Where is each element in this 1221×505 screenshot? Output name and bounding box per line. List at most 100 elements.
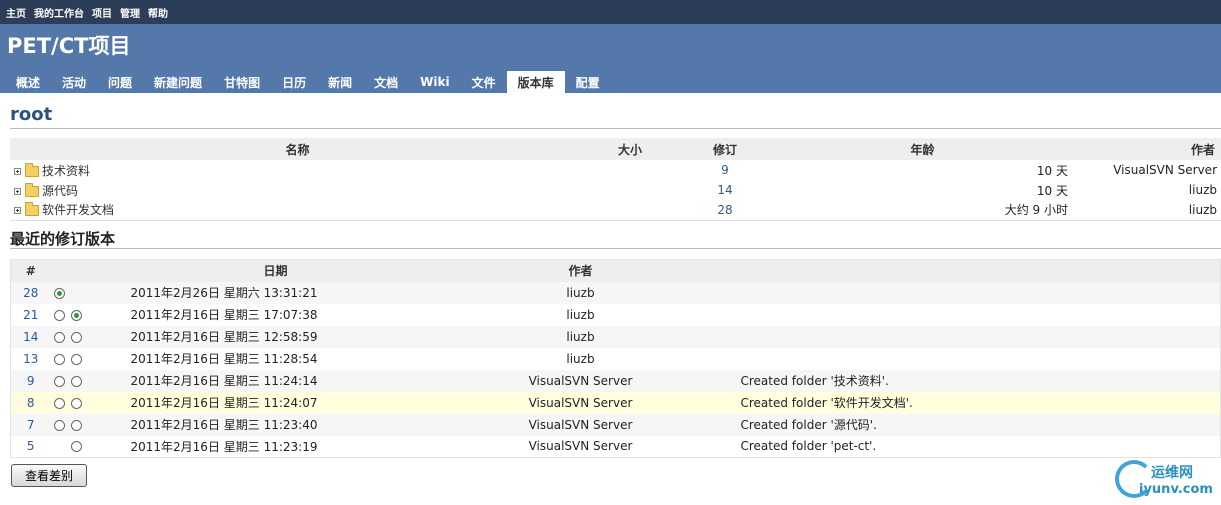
file-revision-link[interactable]: 14 [675,180,775,200]
revision-author: VisualSVN Server [430,435,731,458]
tab-news[interactable]: 新闻 [317,71,363,93]
compare-to-radio[interactable] [70,375,82,387]
column-author[interactable]: 作者 [1070,138,1221,160]
revision-number-link[interactable]: 14 [10,325,51,348]
tab-calendar[interactable]: 日历 [271,71,317,93]
column-size[interactable]: 大小 [585,138,675,160]
file-name-link[interactable]: 源代码 [42,184,78,198]
revision-comment [730,325,1221,348]
revision-author: liuzb [430,325,731,348]
file-name-link[interactable]: 软件开发文档 [42,203,114,217]
revision-date: 2011年2月16日 星期三 12:58:59 [120,325,431,348]
file-age: 大约 9 小时 [775,200,1070,221]
column-name[interactable]: 名称 [10,138,585,160]
revision-comment [730,303,1221,326]
file-revision-link[interactable]: 28 [675,200,775,221]
revision-comment: Created folder '源代码'. [730,413,1221,436]
revision-date: 2011年2月16日 星期三 11:23:40 [120,413,431,436]
file-row: 源代码 14 10 天 liuzb [10,180,1221,200]
revision-number-link[interactable]: 9 [10,369,51,392]
file-age: 10 天 [1036,163,1068,178]
compare-from-radio[interactable] [53,331,65,343]
compare-to-radio[interactable] [70,353,82,365]
revision-comment [730,347,1221,370]
revision-number-link[interactable]: 8 [10,391,51,414]
project-tabs: 概述 活动 问题 新建问题 甘特图 日历 新闻 文档 Wiki 文件 版本库 配… [5,71,611,93]
tab-files[interactable]: 文件 [461,71,507,93]
project-title: PET/CT项目 [7,34,131,58]
compare-from-radio[interactable] [53,375,65,387]
compare-to-radio[interactable] [70,309,82,321]
revisions-table-header: # 日期 作者 [10,259,1221,282]
revision-number-link[interactable]: 7 [10,413,51,436]
top-menu-admin[interactable]: 管理 [120,5,140,20]
repository-root-title: root [10,104,53,125]
watermark-en: iyunv.com [1139,482,1213,497]
revision-author: VisualSVN Server [430,391,731,414]
file-size [585,200,675,221]
top-menu-home[interactable]: 主页 [6,5,26,20]
folder-icon [25,182,39,197]
column-age[interactable]: 年龄 [775,138,1070,160]
divider [10,248,1221,249]
tab-issues[interactable]: 问题 [97,71,143,93]
tab-settings[interactable]: 配置 [565,71,611,93]
top-menu-my-page[interactable]: 我的工作台 [34,5,84,20]
file-author: VisualSVN Server [1113,163,1217,177]
revisions-table: # 日期 作者 28 2011年2月26日 星期六 13:31:21 liuzb… [10,259,1221,458]
tab-new-issue[interactable]: 新建问题 [143,71,213,93]
expand-icon[interactable] [14,187,21,195]
divider [10,128,1221,129]
compare-to-radio[interactable] [70,331,82,343]
expand-icon[interactable] [14,207,21,215]
file-revision-link[interactable]: 9 [675,160,775,180]
revision-date: 2011年2月16日 星期三 11:24:14 [120,369,431,392]
revision-author: liuzb [430,281,731,304]
revision-row: 28 2011年2月26日 星期六 13:31:21 liuzb [10,281,1221,304]
column-compare [50,259,121,282]
revision-number-link[interactable]: 13 [10,347,51,370]
compare-to-radio[interactable] [70,441,82,453]
revision-comment: Created folder 'pet-ct'. [730,435,1221,458]
revision-author: VisualSVN Server [430,413,731,436]
tab-activity[interactable]: 活动 [51,71,97,93]
view-diff-button[interactable]: 查看差别 [11,464,87,487]
top-menu-projects[interactable]: 项目 [92,5,112,20]
tab-wiki[interactable]: Wiki [409,71,460,93]
compare-from-radio[interactable] [53,353,65,365]
revision-number-link[interactable]: 5 [10,435,51,458]
repository-file-table: 名称 大小 修订 年龄 作者 技术资料 9 10 天 VisualSVN Ser… [10,138,1221,221]
revision-number-link[interactable]: 21 [10,303,51,326]
revision-author: liuzb [430,303,731,326]
tab-repository[interactable]: 版本库 [506,71,565,93]
file-age: 10 天 [1036,183,1068,198]
revision-row: 13 2011年2月16日 星期三 11:28:54 liuzb [10,347,1221,370]
expand-icon[interactable] [14,167,21,175]
compare-from-radio[interactable] [53,287,65,299]
revision-row: 21 2011年2月16日 星期三 17:07:38 liuzb [10,303,1221,326]
compare-from-radio[interactable] [53,309,65,321]
compare-from-radio[interactable] [53,419,65,431]
column-comment [730,259,1221,282]
column-rev-number: # [10,259,51,282]
file-name-link[interactable]: 技术资料 [42,164,90,178]
revision-row: 7 2011年2月16日 星期三 11:23:40 VisualSVN Serv… [10,413,1221,436]
tab-gantt[interactable]: 甘特图 [213,71,271,93]
revision-date: 2011年2月16日 星期三 11:23:19 [120,435,431,458]
revision-number-link[interactable]: 28 [10,281,51,304]
folder-icon [25,202,39,217]
tab-documents[interactable]: 文档 [363,71,409,93]
compare-to-radio[interactable] [70,397,82,409]
top-menu-help[interactable]: 帮助 [148,5,168,20]
column-rev-author: 作者 [430,259,731,282]
compare-from-radio[interactable] [53,397,65,409]
tab-overview[interactable]: 概述 [5,71,51,93]
folder-icon [25,162,39,177]
watermark-cn: 运维网 [1151,465,1193,481]
column-revision[interactable]: 修订 [675,138,775,160]
file-table-header: 名称 大小 修订 年龄 作者 [10,138,1221,160]
revision-comment [730,281,1221,304]
project-header: PET/CT项目 概述 活动 问题 新建问题 甘特图 日历 新闻 文档 Wiki… [0,24,1221,93]
compare-to-radio[interactable] [70,419,82,431]
top-menu: 主页 我的工作台 项目 管理 帮助 [0,0,1221,24]
